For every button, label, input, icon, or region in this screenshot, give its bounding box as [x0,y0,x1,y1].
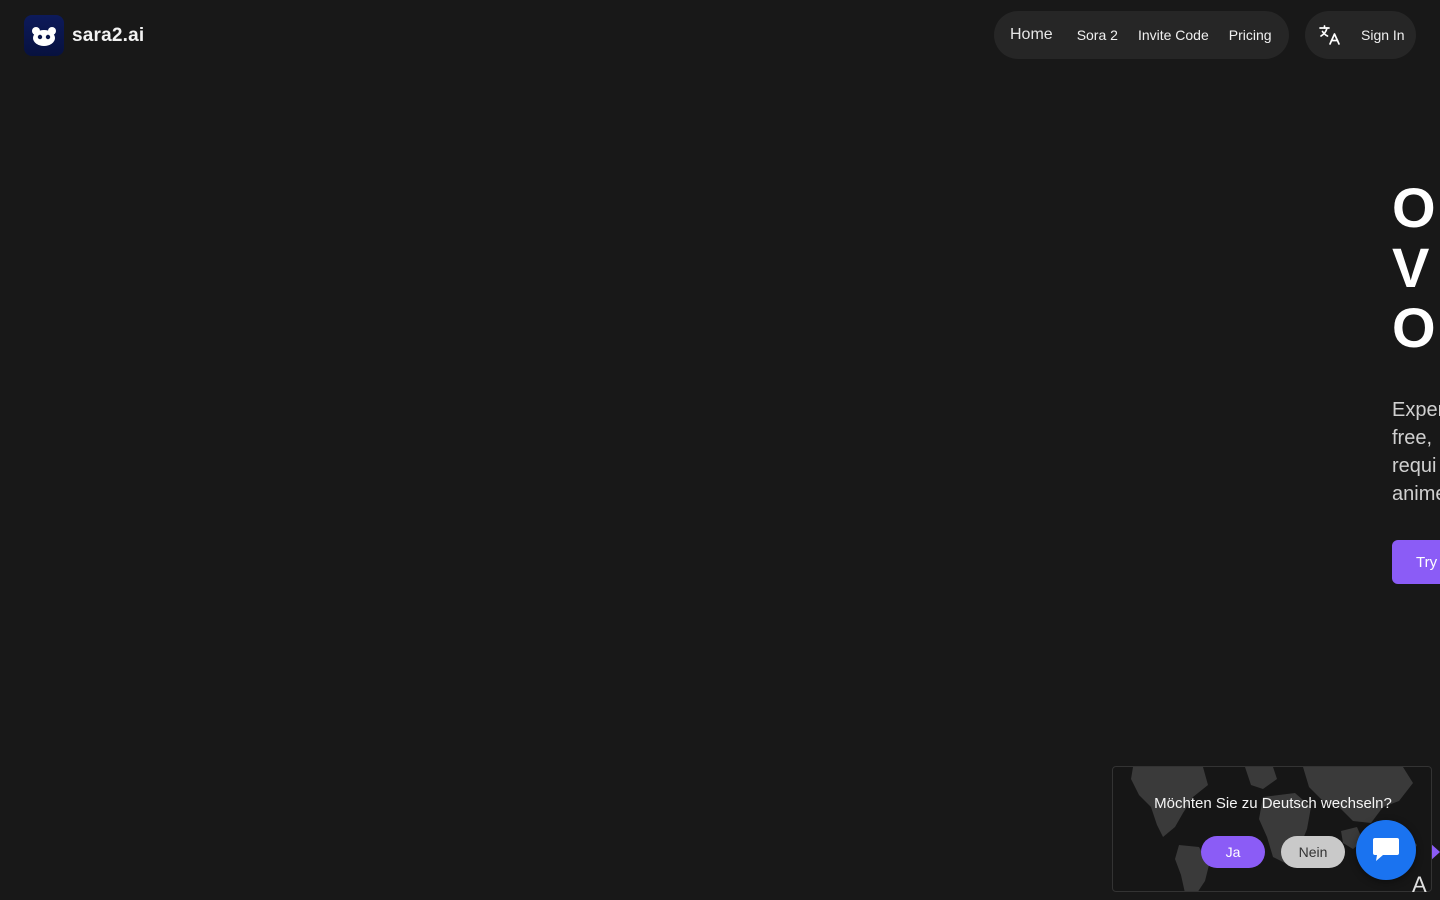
nav-pricing[interactable]: Pricing [1229,27,1272,43]
hero-title-line: O [1392,176,1436,239]
page: sara2.ai Home Sora 2 Invite Code Pricing… [0,0,1440,900]
logo-text: sara2.ai [72,24,145,46]
hero-subtitle: Exper free, requi anime [1392,396,1440,508]
translate-icon[interactable] [1317,22,1343,48]
hero-title-line: V [1392,236,1430,299]
chat-bubble-icon [1373,838,1399,861]
logo-link[interactable]: sara2.ai [24,15,144,56]
accept-language-button[interactable]: Ja [1201,836,1265,868]
sign-in-button[interactable]: Sign In [1361,27,1405,43]
robot-face-icon [24,15,64,56]
main-nav: Home Sora 2 Invite Code Pricing [994,11,1289,59]
hero-subtitle-line: requi [1392,455,1437,477]
chat-button[interactable] [1356,820,1416,880]
auth-area: Sign In [1305,11,1416,59]
clipped-text: A [1412,872,1427,897]
nav-home[interactable]: Home [1010,26,1053,44]
nav-invite-code[interactable]: Invite Code [1138,27,1209,43]
try-button[interactable]: Try [1392,540,1440,584]
hero-subtitle-line: Exper [1392,399,1440,421]
hero-title-line: O [1392,296,1436,359]
decline-language-button[interactable]: Nein [1281,836,1345,868]
hero-subtitle-line: anime [1392,483,1440,505]
hero-title: O V O [1392,178,1436,358]
nav-sora2[interactable]: Sora 2 [1077,27,1118,43]
language-question: Möchten Sie zu Deutsch wechseln? [1154,795,1392,812]
hero-subtitle-line: free, [1392,427,1433,449]
